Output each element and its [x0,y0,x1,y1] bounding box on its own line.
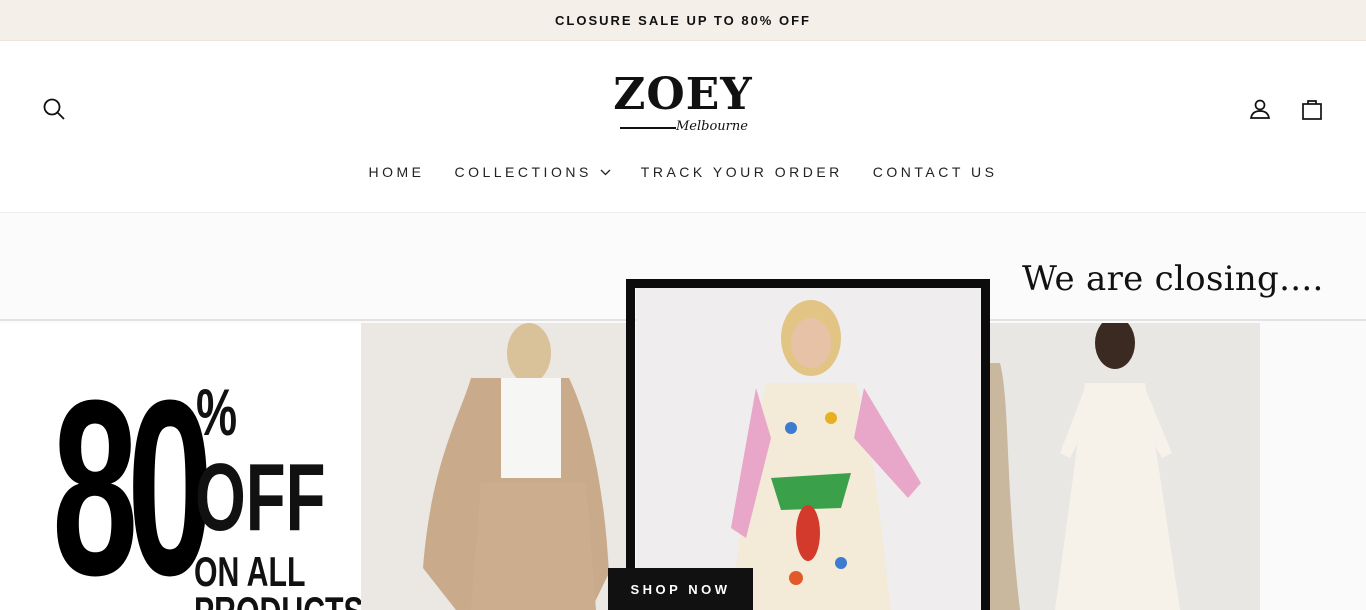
search-icon [43,98,65,120]
model-photo-lace-dress [990,317,1260,610]
announcement-bar: CLOSURE SALE UP TO 80% OFF [0,0,1366,41]
account-button[interactable] [1245,94,1275,124]
nav-item-label: HOME [368,164,425,180]
nav-item-home[interactable]: HOME [368,164,424,180]
nav-item-contact[interactable]: CONTACT US [873,164,998,180]
main-navigation: HOME COLLECTIONS TRACK YOUR ORDER CONTAC… [0,164,1366,180]
promo-off: OFF [195,444,326,551]
hero-banner[interactable]: We are closing.... 80 % OFF ON ALL PRODU… [0,213,1366,610]
announcement-text: CLOSURE SALE UP TO 80% OFF [555,12,811,28]
model-photo-linen-set [361,323,629,610]
nav-item-label: COLLECTIONS [454,164,592,180]
hero-headline: We are closing.... [1022,259,1324,299]
user-icon [1249,99,1271,119]
site-header: ZOEY Melbourne HOME COLLECTIONS TRACK YO… [0,41,1366,213]
shopping-bag-icon [1302,100,1322,120]
shop-now-button[interactable]: SHOP NOW [608,568,753,610]
nav-item-label: TRACK YOUR ORDER [640,164,843,180]
site-logo[interactable]: ZOEY Melbourne [583,71,783,145]
nav-item-track-order[interactable]: TRACK YOUR ORDER [641,164,843,180]
promo-percent: % [196,375,238,449]
nav-item-collections[interactable]: COLLECTIONS [454,164,611,180]
logo-subtitle: Melbourne [676,119,748,134]
hero-photo-frame [626,279,990,610]
cart-button[interactable] [1297,94,1327,124]
nav-item-label: CONTACT US [872,164,998,180]
logo-wordmark: ZOEY [613,69,753,120]
logo-underline [620,127,676,129]
promo-line-1: ON ALL [194,548,306,595]
search-button[interactable] [39,94,69,124]
promo-line-2: PRODUCTS [194,591,364,610]
promo-number: 80 [52,348,213,610]
chevron-down-icon [600,169,611,175]
promo-panel: 80 % OFF ON ALL PRODUCTS [0,323,364,610]
